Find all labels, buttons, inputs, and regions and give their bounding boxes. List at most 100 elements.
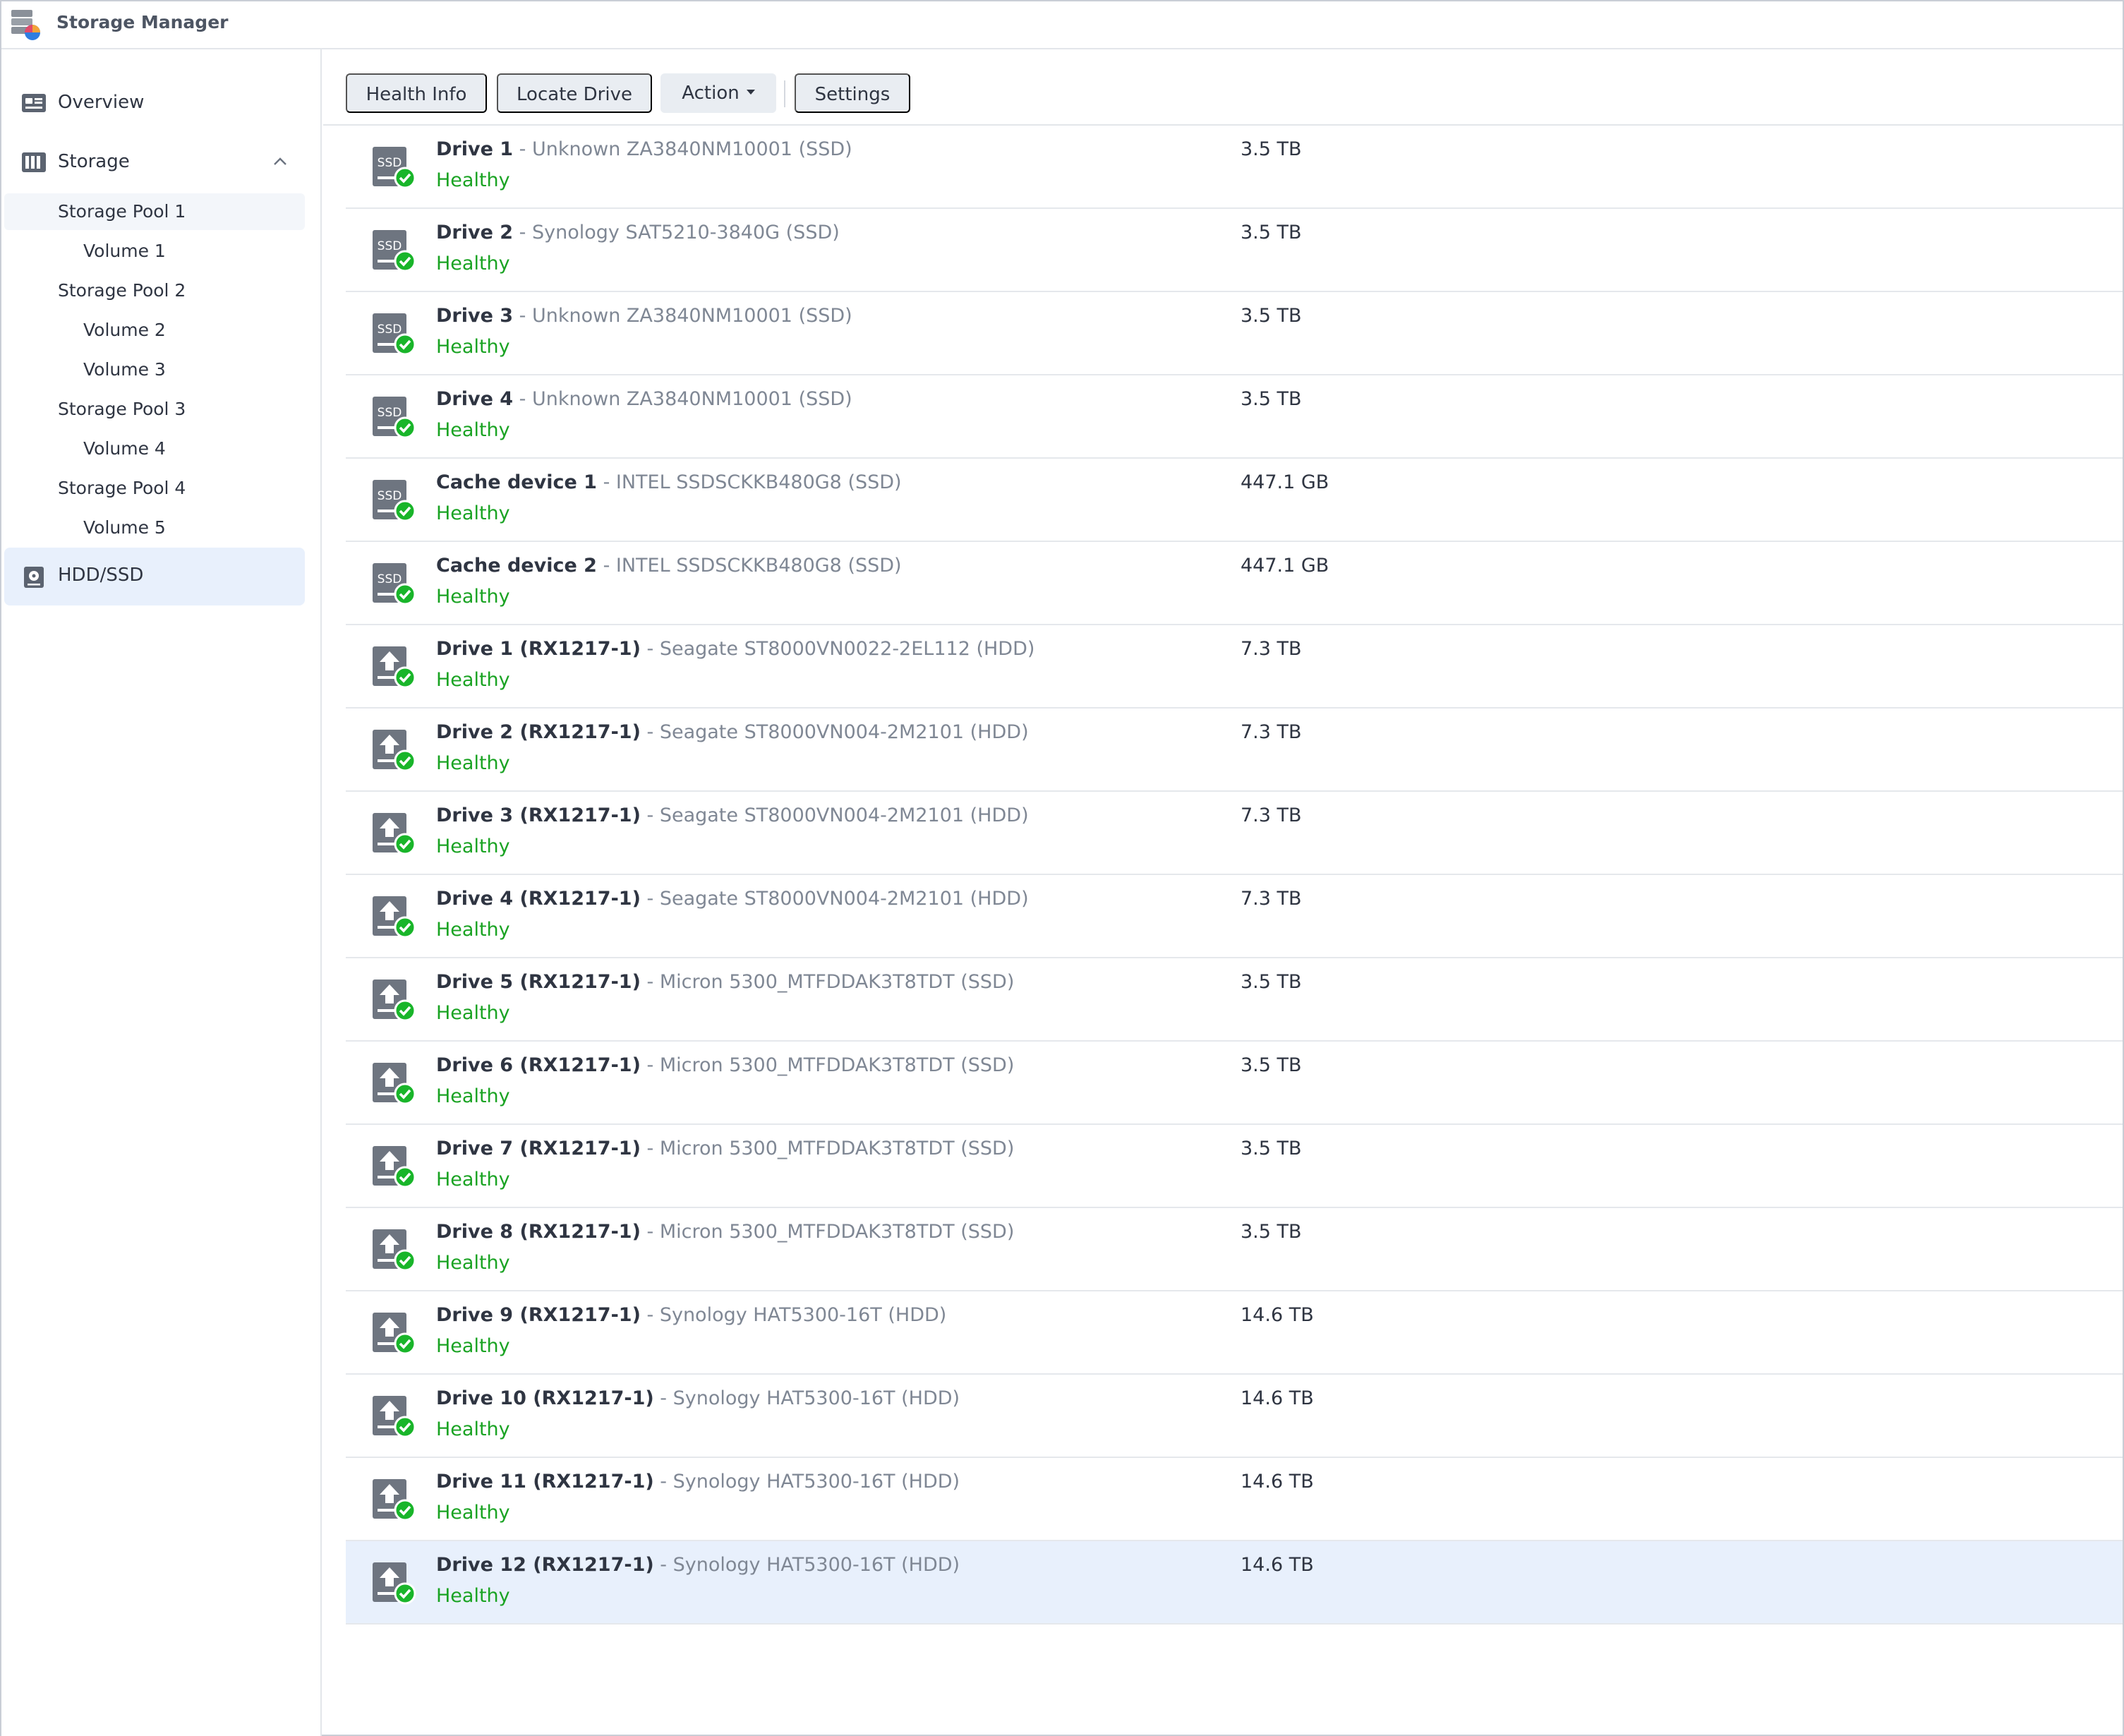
drive-model: - Unknown ZA3840NM10001 (SSD)	[513, 138, 852, 160]
drive-status: Healthy	[436, 752, 510, 774]
drive-name-line: Drive 2 - Synology SAT5210-3840G (SSD)	[436, 220, 840, 246]
drive-size: 14.6 TB	[1241, 1304, 1314, 1326]
drive-name-line: Cache device 1 - INTEL SSDSCKKB480G8 (SS…	[436, 470, 902, 495]
drive-name: Drive 3 (RX1217-1)	[436, 804, 641, 826]
drive-status: Healthy	[436, 1085, 510, 1107]
sidebar-item-volume-4[interactable]: Volume 4	[4, 430, 305, 467]
table-row[interactable]: SSD Cache device 1 - INTEL SSDSCKKB480G8 …	[346, 459, 2123, 542]
drive-model: - Unknown ZA3840NM10001 (SSD)	[513, 305, 852, 327]
ssd-drive-icon: SSD	[373, 397, 416, 439]
drive-size: 7.3 TB	[1241, 888, 1302, 910]
drive-name: Drive 11 (RX1217-1)	[436, 1471, 654, 1493]
table-row[interactable]: Drive 7 (RX1217-1) - Micron 5300_MTFDDAK…	[346, 1125, 2123, 1208]
table-row[interactable]: Drive 9 (RX1217-1) - Synology HAT5300-16…	[346, 1291, 2123, 1375]
expansion-drive-icon	[373, 1313, 416, 1355]
drive-status: Healthy	[436, 1169, 510, 1191]
action-label: Action	[682, 83, 740, 104]
sidebar-item-label: Volume 1	[83, 241, 166, 261]
table-row[interactable]: SSD Cache device 2 - INTEL SSDSCKKB480G8 …	[346, 542, 2123, 625]
sidebar-item-storage-pool-2[interactable]: Storage Pool 2	[4, 272, 305, 309]
title-bar: Storage Manager	[1, 1, 2123, 49]
table-row[interactable]: Drive 4 (RX1217-1) - Seagate ST8000VN004…	[346, 875, 2123, 958]
drive-model: - Synology SAT5210-3840G (SSD)	[513, 222, 840, 243]
storage-manager-window: Storage Manager Overview Storage Storage…	[0, 0, 2124, 1736]
drive-name: Drive 3	[436, 305, 514, 327]
drive-model: - Synology HAT5300-16T (HDD)	[653, 1471, 960, 1493]
drive-model: - Unknown ZA3840NM10001 (SSD)	[513, 388, 852, 410]
drive-name-line: Drive 6 (RX1217-1) - Micron 5300_MTFDDAK…	[436, 1053, 1014, 1078]
sidebar-item-label: Storage	[58, 151, 130, 172]
locate-drive-button[interactable]: Locate Drive	[497, 73, 652, 113]
sidebar-item-label: Volume 2	[83, 320, 166, 340]
sidebar-item-storage-pool-3[interactable]: Storage Pool 3	[4, 391, 305, 428]
drive-model: - INTEL SSDSCKKB480G8 (SSD)	[596, 471, 902, 493]
drive-name: Drive 6 (RX1217-1)	[436, 1054, 641, 1076]
sidebar-item-label: Storage Pool 1	[58, 201, 186, 222]
drive-status: Healthy	[436, 836, 510, 857]
drive-size: 3.5 TB	[1241, 1054, 1302, 1076]
table-row[interactable]: Drive 10 (RX1217-1) - Synology HAT5300-1…	[346, 1375, 2123, 1458]
expansion-drive-icon	[373, 1562, 416, 1605]
expansion-drive-icon	[373, 1229, 416, 1272]
expansion-drive-icon	[373, 1479, 416, 1521]
storage-manager-app-icon	[11, 10, 40, 40]
table-row[interactable]: Drive 1 (RX1217-1) - Seagate ST8000VN002…	[346, 625, 2123, 709]
drive-name-line: Drive 8 (RX1217-1) - Micron 5300_MTFDDAK…	[436, 1219, 1014, 1245]
sidebar-item-volume-2[interactable]: Volume 2	[4, 312, 305, 349]
health-info-button[interactable]: Health Info	[346, 73, 487, 113]
drive-name-line: Drive 10 (RX1217-1) - Synology HAT5300-1…	[436, 1386, 960, 1411]
table-row[interactable]: Drive 3 (RX1217-1) - Seagate ST8000VN004…	[346, 792, 2123, 875]
caret-down-icon	[746, 90, 755, 95]
drive-name: Drive 1 (RX1217-1)	[436, 638, 641, 660]
drive-model: - Seagate ST8000VN004-2M2101 (HDD)	[640, 888, 1029, 910]
table-row[interactable]: Drive 6 (RX1217-1) - Micron 5300_MTFDDAK…	[346, 1042, 2123, 1125]
drive-model: - Seagate ST8000VN0022-2EL112 (HDD)	[640, 638, 1035, 660]
drive-size: 7.3 TB	[1241, 804, 1302, 826]
table-row[interactable]: Drive 8 (RX1217-1) - Micron 5300_MTFDDAK…	[346, 1208, 2123, 1291]
action-dropdown-button[interactable]: Action	[660, 73, 776, 113]
drive-size: 14.6 TB	[1241, 1387, 1314, 1409]
settings-button[interactable]: Settings	[795, 73, 910, 113]
sidebar-item-overview[interactable]: Overview	[4, 75, 305, 131]
sidebar-item-volume-1[interactable]: Volume 1	[4, 233, 305, 270]
table-row[interactable]: Drive 5 (RX1217-1) - Micron 5300_MTFDDAK…	[346, 958, 2123, 1042]
table-row[interactable]: Drive 12 (RX1217-1) - Synology HAT5300-1…	[346, 1541, 2123, 1625]
drive-name: Drive 1	[436, 138, 514, 160]
drive-name-line: Drive 9 (RX1217-1) - Synology HAT5300-16…	[436, 1303, 946, 1328]
chevron-up-icon[interactable]	[272, 154, 288, 169]
drive-size: 7.3 TB	[1241, 721, 1302, 743]
sidebar-item-label: Storage Pool 4	[58, 478, 186, 498]
sidebar-item-storage[interactable]: Storage	[4, 134, 305, 191]
sidebar-item-storage-pool-4[interactable]: Storage Pool 4	[4, 470, 305, 507]
expansion-drive-icon	[373, 896, 416, 939]
ssd-badge-text: SSD	[378, 406, 402, 420]
drive-model: - Seagate ST8000VN004-2M2101 (HDD)	[640, 804, 1029, 826]
ssd-drive-icon: SSD	[373, 147, 416, 189]
toolbar: Health Info Locate Drive Action Settings	[323, 49, 2123, 126]
drive-name-line: Drive 4 (RX1217-1) - Seagate ST8000VN004…	[436, 886, 1029, 912]
drive-size: 3.5 TB	[1241, 971, 1302, 993]
drive-size: 3.5 TB	[1241, 388, 1302, 410]
drive-model: - Synology HAT5300-16T (HDD)	[653, 1554, 960, 1576]
drive-size: 14.6 TB	[1241, 1471, 1314, 1493]
drive-name: Drive 7 (RX1217-1)	[436, 1138, 641, 1159]
sidebar-item-volume-5[interactable]: Volume 5	[4, 510, 305, 546]
drive-name: Drive 4	[436, 388, 514, 410]
sidebar-item-label: Storage Pool 3	[58, 399, 186, 419]
ssd-badge-text: SSD	[378, 572, 402, 586]
sidebar-item-hdd-ssd[interactable]: HDD/SSD	[4, 548, 305, 605]
table-row[interactable]: SSD Drive 4 - Unknown ZA3840NM10001 (SSD)…	[346, 375, 2123, 459]
drive-model: - INTEL SSDSCKKB480G8 (SSD)	[596, 555, 902, 577]
ssd-badge-text: SSD	[378, 489, 402, 503]
table-row[interactable]: Drive 11 (RX1217-1) - Synology HAT5300-1…	[346, 1458, 2123, 1541]
sidebar-item-label: Volume 3	[83, 359, 166, 380]
drive-name-line: Drive 2 (RX1217-1) - Seagate ST8000VN004…	[436, 720, 1029, 745]
table-row[interactable]: SSD Drive 3 - Unknown ZA3840NM10001 (SSD)…	[346, 292, 2123, 375]
sidebar-item-storage-pool-1[interactable]: Storage Pool 1	[4, 193, 305, 230]
drive-status: Healthy	[436, 502, 510, 524]
drive-size: 447.1 GB	[1241, 471, 1329, 493]
table-row[interactable]: SSD Drive 1 - Unknown ZA3840NM10001 (SSD)…	[346, 126, 2123, 209]
table-row[interactable]: Drive 2 (RX1217-1) - Seagate ST8000VN004…	[346, 709, 2123, 792]
sidebar-item-volume-3[interactable]: Volume 3	[4, 351, 305, 388]
table-row[interactable]: SSD Drive 2 - Synology SAT5210-3840G (SSD…	[346, 209, 2123, 292]
